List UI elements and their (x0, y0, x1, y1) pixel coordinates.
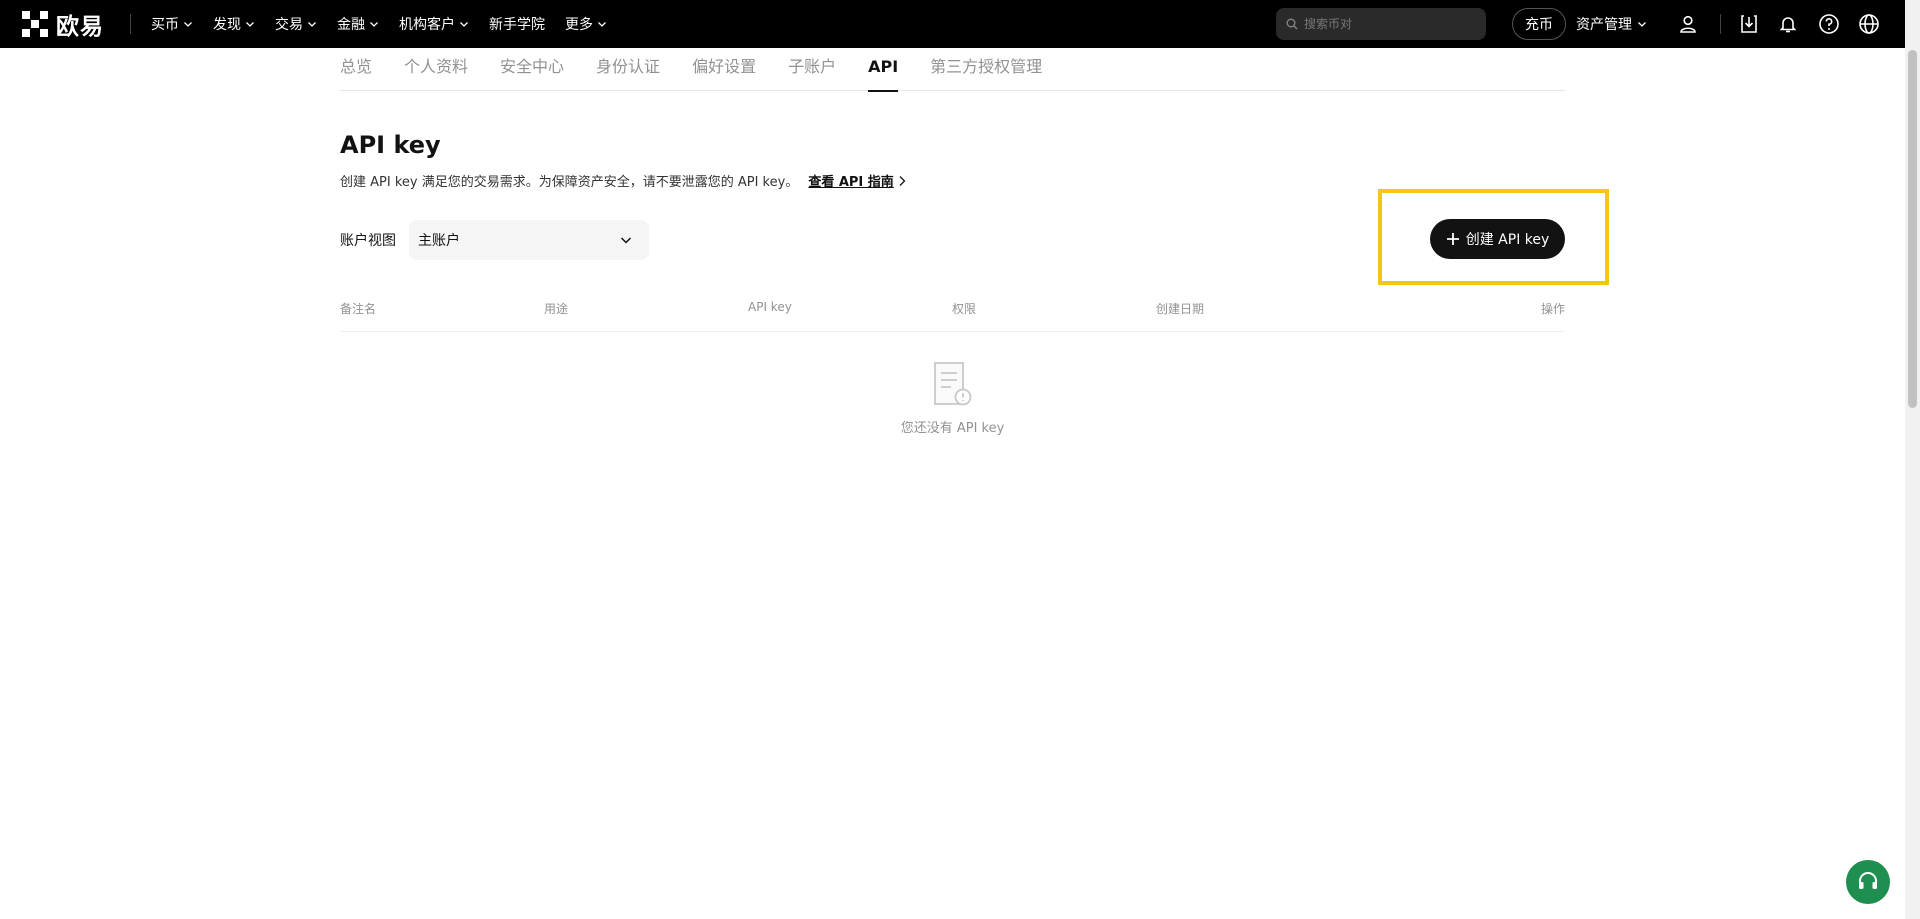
nav-item-trade[interactable]: 交易 (275, 14, 317, 34)
download-icon[interactable] (1737, 12, 1761, 36)
nav-divider (1720, 14, 1721, 34)
scrollbar-thumb[interactable] (1908, 50, 1917, 408)
chevron-down-icon (1638, 22, 1646, 27)
nav-item-label: 机构客户 (399, 17, 455, 33)
tab-verification[interactable]: 身份认证 (596, 50, 660, 91)
page-scrollbar[interactable] (1905, 0, 1920, 919)
main-nav: 买币 发现 交易 金融 机构客户 新手学院 更多 (151, 0, 627, 48)
globe-icon[interactable] (1857, 12, 1881, 36)
api-guide-link[interactable]: 查看 API 指南 (808, 171, 906, 190)
search-box[interactable] (1276, 8, 1486, 40)
nav-item-label: 买币 (151, 17, 179, 33)
chevron-down-icon (308, 22, 316, 27)
column-header-api-key: API key (748, 300, 792, 314)
nav-item-label: 新手学院 (489, 17, 545, 33)
column-header-actions: 操作 (1540, 302, 1565, 316)
search-input[interactable] (1304, 17, 1474, 31)
nav-item-academy[interactable]: 新手学院 (489, 14, 545, 34)
nav-item-more[interactable]: 更多 (565, 14, 607, 34)
column-header-purpose: 用途 (544, 302, 569, 316)
chevron-down-icon (370, 22, 378, 27)
chevron-down-icon (460, 22, 468, 27)
account-tabs: 总览 个人资料 安全中心 身份认证 偏好设置 子账户 API 第三方授权管理 (340, 50, 1565, 92)
api-key-table-header: 备注名 用途 API key 权限 创建日期 操作 (340, 290, 1565, 332)
chevron-right-icon (899, 175, 906, 186)
column-header-permissions: 权限 (952, 302, 977, 316)
user-icon[interactable] (1676, 12, 1700, 36)
top-navbar: 欧易 买币 发现 交易 金融 机构客户 新手学院 更多 充币 资产管理 (0, 0, 1905, 48)
tab-security[interactable]: 安全中心 (500, 50, 564, 91)
create-api-key-label: 创建 API key (1465, 232, 1550, 248)
nav-item-institutional[interactable]: 机构客户 (399, 14, 469, 34)
account-view-label: 账户视图 (340, 233, 396, 249)
logo[interactable]: 欧易 (22, 10, 104, 40)
account-selected-value: 主账户 (418, 233, 460, 249)
brand-name: 欧易 (56, 14, 104, 40)
deposit-button[interactable]: 充币 (1512, 8, 1566, 40)
chevron-down-icon (598, 22, 606, 27)
tab-overview[interactable]: 总览 (340, 50, 372, 91)
account-view-select[interactable]: 主账户 (409, 220, 649, 260)
tab-profile[interactable]: 个人资料 (404, 50, 468, 91)
description-text: 创建 API key 满足您的交易需求。为保障资产安全，请不要泄露您的 API … (340, 175, 799, 190)
page-description: 创建 API key 满足您的交易需求。为保障资产安全，请不要泄露您的 API … (340, 171, 906, 190)
empty-document-icon (932, 360, 974, 408)
tab-api[interactable]: API (868, 50, 899, 92)
tab-sub-accounts[interactable]: 子账户 (788, 50, 836, 91)
search-icon (1286, 18, 1298, 30)
nav-item-label: 交易 (275, 17, 303, 33)
nav-item-finance[interactable]: 金融 (337, 14, 379, 34)
plus-icon (1446, 233, 1459, 245)
chevron-down-icon (246, 22, 254, 27)
nav-item-label: 更多 (565, 17, 593, 33)
headset-icon (1859, 872, 1877, 889)
api-guide-label: 查看 API 指南 (808, 175, 894, 190)
nav-item-label: 金融 (337, 17, 365, 33)
nav-item-discover[interactable]: 发现 (213, 14, 255, 34)
bell-icon[interactable] (1776, 12, 1800, 36)
tab-preferences[interactable]: 偏好设置 (692, 50, 756, 91)
tab-third-party-auth[interactable]: 第三方授权管理 (930, 50, 1042, 91)
customer-support-button[interactable] (1846, 860, 1890, 904)
column-header-remark: 备注名 (340, 302, 377, 316)
chevron-down-icon (620, 237, 632, 244)
help-icon[interactable] (1817, 12, 1841, 36)
okx-logo-icon (22, 11, 48, 37)
page-title: API key (340, 131, 441, 159)
nav-item-label: 发现 (213, 17, 241, 33)
asset-management-menu[interactable]: 资产管理 (1576, 0, 1647, 48)
column-header-created-date: 创建日期 (1156, 302, 1205, 316)
asset-management-label: 资产管理 (1576, 17, 1632, 33)
empty-state-text: 您还没有 API key (900, 421, 1005, 436)
chevron-down-icon (184, 22, 192, 27)
nav-divider (130, 14, 131, 34)
create-api-key-button[interactable]: 创建 API key (1430, 219, 1565, 259)
nav-item-buy[interactable]: 买币 (151, 14, 193, 34)
